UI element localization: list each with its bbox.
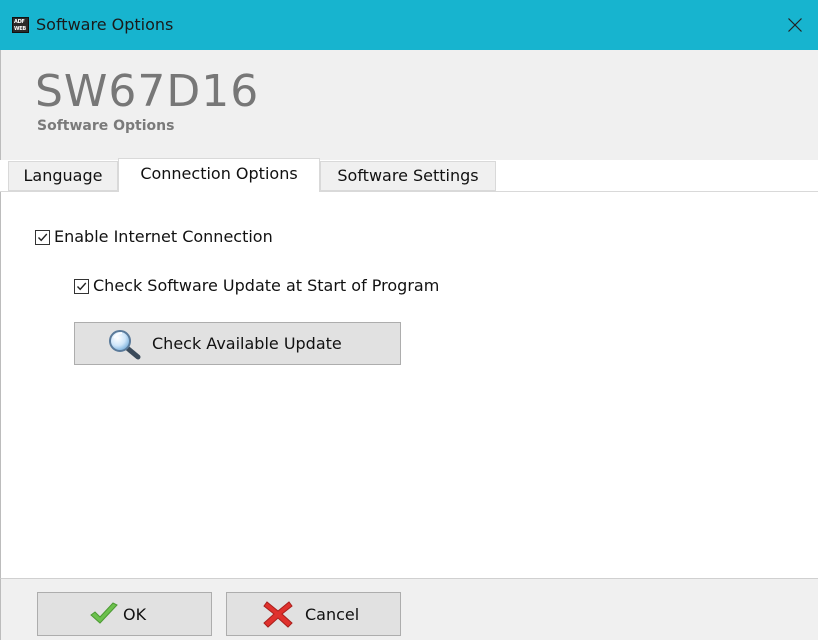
window-title: Software Options [36, 15, 174, 34]
ok-label: OK [123, 605, 147, 624]
tab-software-settings[interactable]: Software Settings [320, 161, 496, 191]
cancel-button[interactable]: Cancel [226, 592, 401, 636]
app-logo-text-bottom: WEB [14, 26, 26, 32]
window-titlebar: ADF WEB Software Options [0, 0, 818, 50]
ok-button[interactable]: OK [37, 592, 212, 636]
close-button[interactable] [772, 0, 818, 50]
checkmark-icon [76, 282, 87, 290]
app-name: SW67D16 [35, 66, 260, 117]
green-check-icon [90, 602, 118, 624]
connection-options-panel: Enable Internet Connection Check Softwar… [0, 192, 818, 578]
enable-internet-label: Enable Internet Connection [54, 227, 273, 246]
check-update-label: Check Software Update at Start of Progra… [93, 276, 440, 295]
close-icon [788, 18, 802, 32]
checkmark-icon [37, 233, 48, 241]
enable-internet-checkbox[interactable] [35, 229, 50, 245]
page-subtitle: Software Options [37, 118, 175, 134]
dialog-footer: OK Cancel [0, 578, 818, 640]
check-available-update-button[interactable]: Check Available Update [74, 322, 401, 365]
tab-language[interactable]: Language [8, 161, 118, 191]
app-logo-text-top: ADF [14, 19, 25, 25]
check-update-checkbox[interactable] [74, 278, 89, 294]
red-x-icon [263, 601, 293, 628]
enable-internet-row[interactable]: Enable Internet Connection [35, 227, 273, 247]
check-update-row[interactable]: Check Software Update at Start of Progra… [74, 276, 439, 296]
tab-connection-options[interactable]: Connection Options [118, 158, 320, 192]
magnifier-icon [109, 330, 141, 360]
cancel-label: Cancel [305, 605, 360, 624]
app-logo-icon: ADF WEB [12, 17, 29, 33]
header-area: SW67D16 Software Options [0, 50, 818, 160]
check-available-update-label: Check Available Update [152, 334, 342, 353]
